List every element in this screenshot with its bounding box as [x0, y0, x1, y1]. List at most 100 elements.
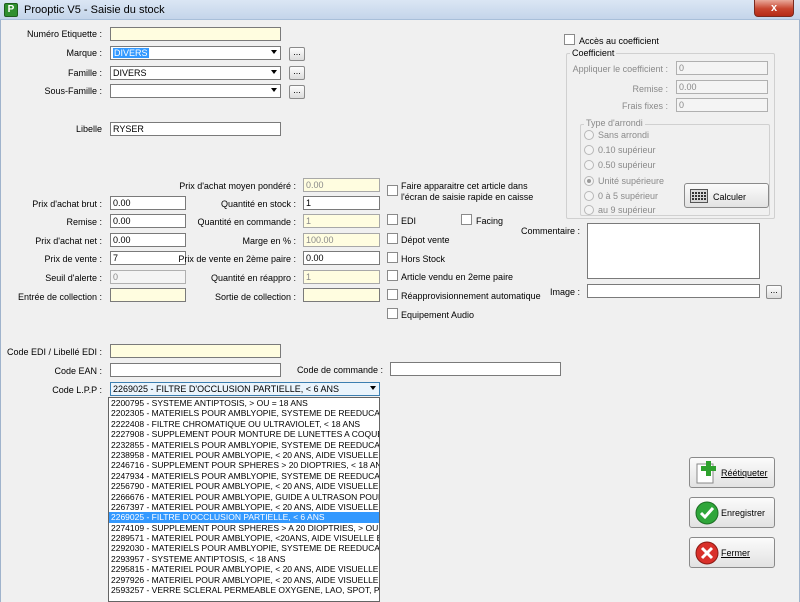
acces-coefficient-checkbox[interactable] — [564, 34, 575, 45]
lpp-option[interactable]: 2274109 - SUPPLEMENT POUR SPHERES > A 20… — [109, 523, 379, 533]
code-commande-label: Code de commande : — [296, 365, 383, 375]
lpp-option[interactable]: 2295815 - MATERIEL POUR AMBLYOPIE, < 20 … — [109, 564, 379, 574]
equipement-audio-checkbox[interactable] — [387, 308, 398, 319]
window-title: Prooptic V5 - Saisie du stock — [24, 4, 165, 16]
lpp-option[interactable]: 2267397 - MATERIEL POUR AMBLYOPIE, < 20 … — [109, 502, 379, 512]
famille-value: DIVERS — [113, 68, 147, 78]
reetiqueter-button[interactable]: Réétiqueter — [689, 457, 775, 488]
image-browse-button[interactable]: ... — [766, 285, 782, 299]
lpp-option[interactable]: 2289571 - MATERIEL POUR AMBLYOPIE, <20AN… — [109, 533, 379, 543]
prix-vente-2eme-label: Prix de vente en 2ème paire : — [178, 254, 296, 264]
checkmark-icon — [695, 501, 719, 525]
appliquer-coefficient-label: Appliquer le coefficient : — [572, 64, 668, 74]
enregistrer-button[interactable]: Enregistrer — [689, 497, 775, 528]
code-edi-label: Code EDI / Libellé EDI : — [6, 347, 102, 357]
coefficient-group-title: Coefficient — [570, 48, 617, 58]
saisie-rapide-checkbox[interactable] — [387, 185, 398, 196]
sous-famille-select[interactable] — [110, 84, 281, 98]
lpp-option[interactable]: 2246716 - SUPPLEMENT POUR SPHERES > 20 D… — [109, 460, 379, 470]
marge-label: Marge en % : — [242, 236, 296, 246]
facing-checkbox[interactable] — [461, 214, 472, 225]
depot-vente-checkbox[interactable] — [387, 233, 398, 244]
image-label: Image : — [549, 287, 580, 297]
arrondi-050-label: 0.50 supérieur — [598, 160, 656, 170]
sans-arrondi-radio[interactable] — [584, 130, 594, 140]
lpp-option[interactable]: 2266676 - MATERIEL POUR AMBLYOPIE, GUIDE… — [109, 492, 379, 502]
unite-superieure-radio[interactable] — [584, 176, 594, 186]
article-2eme-paire-label: Article vendu en 2eme paire — [401, 272, 514, 282]
image-path-input[interactable] — [587, 284, 760, 298]
libelle-label: Libelle — [75, 124, 102, 134]
saisie-rapide-label-2: l'écran de saisie rapide en caisse — [401, 192, 534, 202]
reappro-auto-checkbox[interactable] — [387, 289, 398, 300]
arrondi-0-5-label: 0 à 5 supérieur — [598, 191, 659, 201]
lpp-option[interactable]: 2227908 - SUPPLEMENT POUR MONTURE DE LUN… — [109, 429, 379, 439]
code-ean-label: Code EAN : — [54, 366, 102, 376]
code-lpp-value: 2269025 - FILTRE D'OCCLUSION PARTIELLE, … — [113, 384, 340, 394]
lpp-option[interactable]: 2232855 - MATERIELS POUR AMBLYOPIE, SYST… — [109, 440, 379, 450]
arrondi-050-radio[interactable] — [584, 160, 594, 170]
chevron-down-icon — [370, 386, 376, 390]
type-arrondi-title: Type d'arrondi — [584, 118, 645, 128]
code-commande-input[interactable] — [390, 362, 561, 376]
marque-browse-button[interactable]: ... — [289, 47, 305, 61]
lpp-option[interactable]: 2297926 - MATERIEL POUR AMBLYOPIE, < 20 … — [109, 575, 379, 585]
lpp-option[interactable]: 2200795 - SYSTEME ANTIPTOSIS, > OU = 18 … — [109, 398, 379, 408]
famille-browse-button[interactable]: ... — [289, 66, 305, 80]
lpp-option[interactable]: 2593257 - VERRE SCLERAL PERMEABLE OXYGEN… — [109, 585, 379, 595]
lpp-option[interactable]: 2293957 - SYSTEME ANTIPTOSIS, < 18 ANS — [109, 554, 379, 564]
quantite-stock-input[interactable]: 1 — [303, 196, 380, 210]
prix-vente-2eme-input[interactable]: 0.00 — [303, 251, 380, 265]
calculer-label: Calculer — [713, 192, 747, 202]
code-lpp-label: Code L.P.P : — [52, 385, 102, 395]
commentaire-textarea[interactable] — [587, 223, 760, 279]
code-lpp-select[interactable]: 2269025 - FILTRE D'OCCLUSION PARTIELLE, … — [110, 382, 380, 396]
article-2eme-paire-checkbox[interactable] — [387, 270, 398, 281]
app-logo-icon: P — [4, 3, 18, 17]
sous-famille-label: Sous-Famille : — [44, 86, 102, 96]
arrondi-010-radio[interactable] — [584, 145, 594, 155]
lpp-option[interactable]: 2269025 - FILTRE D'OCCLUSION PARTIELLE, … — [109, 512, 379, 523]
entree-collection-label: Entrée de collection : — [17, 292, 102, 302]
code-edi-input[interactable] — [110, 344, 281, 358]
calculator-icon — [690, 189, 708, 203]
saisie-rapide-label-1: Faire apparaitre cet article dans — [401, 181, 528, 191]
frais-fixes-input[interactable]: 0 — [676, 98, 768, 112]
coefficient-remise-input[interactable]: 0.00 — [676, 80, 768, 94]
lpp-option[interactable]: 2238958 - MATERIEL POUR AMBLYOPIE, < 20 … — [109, 450, 379, 460]
fermer-button[interactable]: Fermer — [689, 537, 775, 568]
numero-etiquette-input[interactable] — [110, 27, 281, 41]
sortie-collection-input[interactable] — [303, 288, 380, 302]
quantite-commande-label: Quantité en commande : — [197, 217, 296, 227]
unite-superieure-label: Unité supérieure — [598, 176, 665, 186]
marque-select[interactable]: DIVERS — [110, 46, 281, 60]
facing-label: Facing — [476, 216, 504, 226]
arrondi-0-5-radio[interactable] — [584, 191, 594, 201]
marque-label: Marque : — [66, 48, 102, 58]
lpp-option[interactable]: 2202305 - MATERIELS POUR AMBLYOPIE, SYST… — [109, 408, 379, 418]
famille-label: Famille : — [67, 68, 102, 78]
appliquer-coefficient-input[interactable]: 0 — [676, 61, 768, 75]
sous-famille-browse-button[interactable]: ... — [289, 85, 305, 99]
libelle-input[interactable]: RYSER — [110, 122, 281, 136]
quantite-reappro-input: 1 — [303, 270, 380, 284]
quantite-commande-input: 1 — [303, 214, 380, 228]
hors-stock-checkbox[interactable] — [387, 252, 398, 263]
calculer-button[interactable]: Calculer — [684, 183, 769, 208]
lpp-option[interactable]: 2256790 - MATERIEL POUR AMBLYOPIE, < 20 … — [109, 481, 379, 491]
lpp-option[interactable]: 2292030 - MATERIELS POUR AMBLYOPIE, SYST… — [109, 543, 379, 553]
acces-coefficient-label: Accès au coefficient — [579, 36, 659, 46]
famille-select[interactable]: DIVERS — [110, 66, 281, 80]
code-ean-input[interactable] — [110, 363, 281, 377]
edi-label: EDI — [401, 216, 417, 226]
code-lpp-dropdown-list[interactable]: 2200795 - SYSTEME ANTIPTOSIS, > OU = 18 … — [108, 397, 380, 602]
edi-checkbox[interactable] — [387, 214, 398, 225]
marge-input: 100.00 — [303, 233, 380, 247]
coefficient-remise-label: Remise : — [632, 84, 668, 94]
arrondi-9-radio[interactable] — [584, 205, 594, 215]
close-icon — [695, 541, 719, 565]
title-bar[interactable]: P Prooptic V5 - Saisie du stock x — [0, 0, 800, 20]
lpp-option[interactable]: 2247934 - MATERIELS POUR AMBLYOPIE, SYST… — [109, 471, 379, 481]
close-window-button[interactable]: x — [754, 0, 794, 17]
lpp-option[interactable]: 2222408 - FILTRE CHROMATIQUE OU ULTRAVIO… — [109, 419, 379, 429]
